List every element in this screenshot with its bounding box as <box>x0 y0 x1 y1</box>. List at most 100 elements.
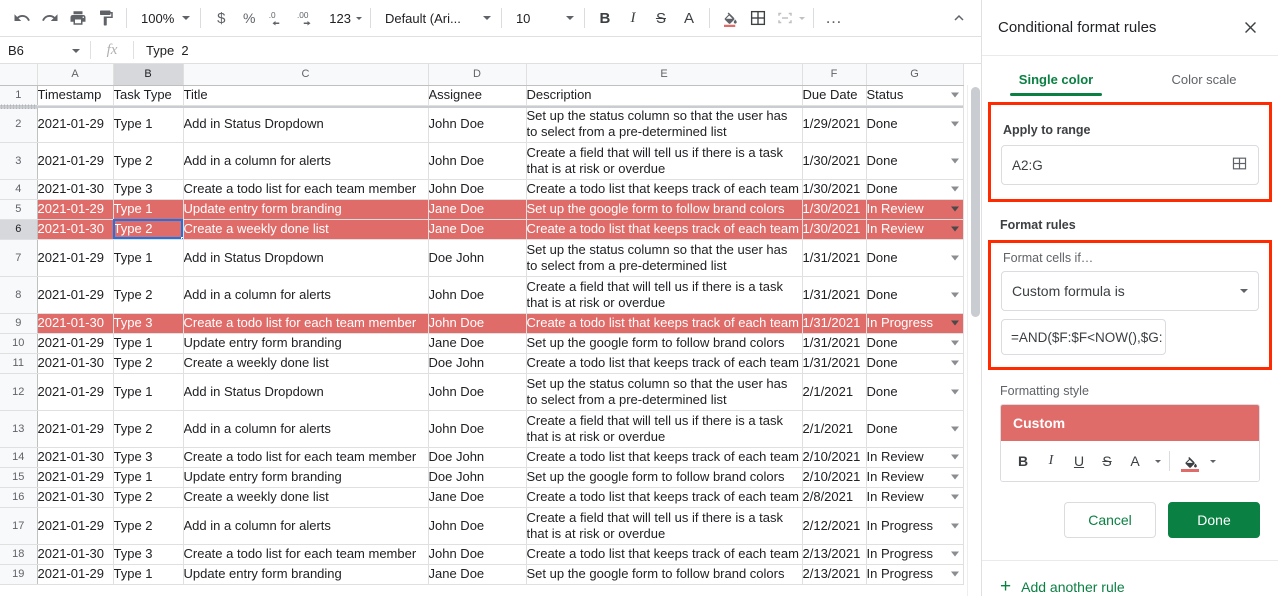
cell-D4[interactable]: John Doe <box>428 179 526 199</box>
add-another-rule-button[interactable]: + Add another rule <box>982 561 1278 596</box>
cell-E11[interactable]: Create a todo list that keeps track of e… <box>526 353 802 373</box>
cell-C8[interactable]: Add in a column for alerts <box>183 276 428 313</box>
cell-F19[interactable]: 2/13/2021 <box>802 564 866 584</box>
cell-A13[interactable]: 2021-01-29 <box>37 410 113 447</box>
cell-F7[interactable]: 1/31/2021 <box>802 239 866 276</box>
cell-B14[interactable]: Type 3 <box>113 447 183 467</box>
column-header-g[interactable]: G <box>866 64 963 85</box>
cell-F5[interactable]: 1/30/2021 <box>802 199 866 219</box>
percent-format-icon[interactable]: % <box>235 4 263 32</box>
cell-F4[interactable]: 1/30/2021 <box>802 179 866 199</box>
cell-C3[interactable]: Add in a column for alerts <box>183 142 428 179</box>
cell-B15[interactable]: Type 1 <box>113 467 183 487</box>
cell-F14[interactable]: 2/10/2021 <box>802 447 866 467</box>
dropdown-arrow-icon[interactable] <box>951 158 959 163</box>
cell-B2[interactable]: Type 1 <box>113 105 183 142</box>
dropdown-arrow-icon[interactable] <box>951 361 959 366</box>
cell-G9[interactable]: In Progress <box>866 313 963 333</box>
row-header-13[interactable]: 13 <box>0 410 37 447</box>
row-header-15[interactable]: 15 <box>0 467 37 487</box>
cell-E7[interactable]: Set up the status column so that the use… <box>526 239 802 276</box>
cell-G13[interactable]: Done <box>866 410 963 447</box>
cell-A6[interactable]: 2021-01-30 <box>37 219 113 239</box>
cell-D16[interactable]: Jane Doe <box>428 487 526 507</box>
cell-E9[interactable]: Create a todo list that keeps track of e… <box>526 313 802 333</box>
cell-E2[interactable]: Set up the status column so that the use… <box>526 105 802 142</box>
dropdown-arrow-icon[interactable] <box>951 93 959 98</box>
cell-E13[interactable]: Create a field that will tell us if ther… <box>526 410 802 447</box>
font-selector[interactable]: Default (Ari... <box>377 4 495 32</box>
cell-F17[interactable]: 2/12/2021 <box>802 507 866 544</box>
dropdown-arrow-icon[interactable] <box>951 426 959 431</box>
undo-icon[interactable] <box>8 4 36 32</box>
custom-formula-input[interactable]: =AND($F:$F<NOW(),$G: <box>1001 319 1166 355</box>
text-color-chevron-icon[interactable] <box>1149 447 1163 475</box>
cell-F18[interactable]: 2/13/2021 <box>802 544 866 564</box>
cell-A3[interactable]: 2021-01-29 <box>37 142 113 179</box>
dropdown-arrow-icon[interactable] <box>951 495 959 500</box>
apply-to-range-input[interactable]: A2:G <box>1001 145 1259 185</box>
cell-E8[interactable]: Create a field that will tell us if ther… <box>526 276 802 313</box>
cell-G5[interactable]: In Review <box>866 199 963 219</box>
cancel-button[interactable]: Cancel <box>1064 502 1156 538</box>
cell-A8[interactable]: 2021-01-29 <box>37 276 113 313</box>
tab-color-scale[interactable]: Color scale <box>1130 56 1278 102</box>
collapse-toolbar-icon[interactable] <box>947 6 971 30</box>
row-header-4[interactable]: 4 <box>0 179 37 199</box>
dropdown-arrow-icon[interactable] <box>951 187 959 192</box>
tab-single-color[interactable]: Single color <box>982 56 1130 102</box>
cell-D2[interactable]: John Doe <box>428 105 526 142</box>
cell-G16[interactable]: In Review <box>866 487 963 507</box>
select-all-corner[interactable] <box>0 64 37 85</box>
cell-A4[interactable]: 2021-01-30 <box>37 179 113 199</box>
cell-B8[interactable]: Type 2 <box>113 276 183 313</box>
decrease-decimal-icon[interactable]: .0 <box>263 4 291 32</box>
strikethrough-icon[interactable]: S <box>1093 447 1121 475</box>
dropdown-arrow-icon[interactable] <box>951 572 959 577</box>
cell-C2[interactable]: Add in Status Dropdown <box>183 105 428 142</box>
cell-D7[interactable]: Doe John <box>428 239 526 276</box>
cell-F15[interactable]: 2/10/2021 <box>802 467 866 487</box>
cell-F3[interactable]: 1/30/2021 <box>802 142 866 179</box>
cell-A14[interactable]: 2021-01-30 <box>37 447 113 467</box>
cell-F12[interactable]: 2/1/2021 <box>802 373 866 410</box>
cell-D10[interactable]: Jane Doe <box>428 333 526 353</box>
row-header-8[interactable]: 8 <box>0 276 37 313</box>
dropdown-arrow-icon[interactable] <box>951 523 959 528</box>
dropdown-arrow-icon[interactable] <box>951 389 959 394</box>
cell-C4[interactable]: Create a todo list for each team member <box>183 179 428 199</box>
cell-E10[interactable]: Set up the google form to follow brand c… <box>526 333 802 353</box>
cell-F9[interactable]: 1/31/2021 <box>802 313 866 333</box>
column-header-a[interactable]: A <box>37 64 113 85</box>
underline-icon[interactable]: U <box>1065 447 1093 475</box>
cell-E19[interactable]: Set up the google form to follow brand c… <box>526 564 802 584</box>
cell-C17[interactable]: Add in a column for alerts <box>183 507 428 544</box>
cell-A12[interactable]: 2021-01-29 <box>37 373 113 410</box>
cell-C11[interactable]: Create a weekly done list <box>183 353 428 373</box>
row-header-9[interactable]: 9 <box>0 313 37 333</box>
cell-D17[interactable]: John Doe <box>428 507 526 544</box>
cell-E12[interactable]: Set up the status column so that the use… <box>526 373 802 410</box>
cell-D3[interactable]: John Doe <box>428 142 526 179</box>
dropdown-arrow-icon[interactable] <box>951 552 959 557</box>
cell-A15[interactable]: 2021-01-29 <box>37 467 113 487</box>
cell-B17[interactable]: Type 2 <box>113 507 183 544</box>
cell-A2[interactable]: 2021-01-29 <box>37 105 113 142</box>
cell-G8[interactable]: Done <box>866 276 963 313</box>
row-header-11[interactable]: 11 <box>0 353 37 373</box>
dropdown-arrow-icon[interactable] <box>951 292 959 297</box>
row-header-17[interactable]: 17 <box>0 507 37 544</box>
merge-cells-selector[interactable] <box>772 4 807 32</box>
cell-D1[interactable]: Assignee <box>428 85 526 105</box>
fill-color-chevron-icon[interactable] <box>1204 447 1218 475</box>
cell-A5[interactable]: 2021-01-29 <box>37 199 113 219</box>
cell-A10[interactable]: 2021-01-29 <box>37 333 113 353</box>
cell-G10[interactable]: Done <box>866 333 963 353</box>
cell-C16[interactable]: Create a weekly done list <box>183 487 428 507</box>
cell-F11[interactable]: 1/31/2021 <box>802 353 866 373</box>
bold-icon[interactable]: B <box>1009 447 1037 475</box>
cell-C6[interactable]: Create a weekly done list <box>183 219 428 239</box>
row-header-19[interactable]: 19 <box>0 564 37 584</box>
dropdown-arrow-icon[interactable] <box>951 321 959 326</box>
cell-E16[interactable]: Create a todo list that keeps track of e… <box>526 487 802 507</box>
